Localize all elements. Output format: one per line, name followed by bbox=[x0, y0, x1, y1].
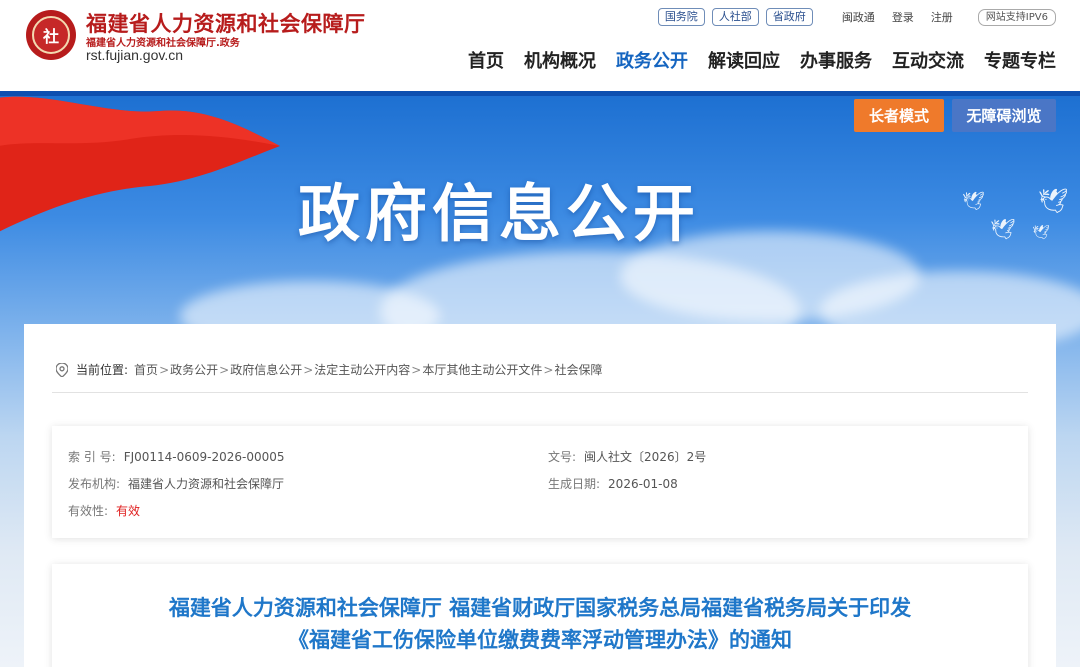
register-link[interactable]: 注册 bbox=[931, 9, 953, 25]
link-shengzhengfu[interactable]: 省政府 bbox=[765, 8, 813, 26]
breadcrumb-separator: > bbox=[543, 362, 554, 377]
nav-interaction[interactable]: 互动交流 bbox=[892, 47, 964, 73]
main-nav: 首页 机构概况 政务公开 解读回应 办事服务 互动交流 专题专栏 bbox=[468, 47, 1056, 73]
breadcrumb-gov-info[interactable]: 政府信息公开 bbox=[230, 361, 302, 378]
nav-gov-affairs[interactable]: 政务公开 bbox=[616, 47, 688, 73]
breadcrumb-label: 当前位置: bbox=[76, 363, 129, 377]
location-pin-icon bbox=[56, 362, 68, 377]
content-panel: 当前位置: 首页 > 政务公开 > 政府信息公开 > 法定主动公开内容 > 本厅… bbox=[24, 324, 1056, 667]
breadcrumb: 当前位置: 首页 > 政务公开 > 政府信息公开 > 法定主动公开内容 > 本厅… bbox=[56, 361, 602, 378]
meta-date-label: 生成日期: bbox=[548, 477, 601, 491]
meta-validity-value: 有效 bbox=[116, 504, 141, 518]
red-flag-icon bbox=[0, 96, 280, 232]
document-title-line1: 福建省人力资源和社会保障厅 福建省财政厅国家税务总局福建省税务局关于印发 bbox=[168, 596, 912, 620]
nav-services[interactable]: 办事服务 bbox=[800, 47, 872, 73]
link-minzhengtong[interactable]: 闽政通 bbox=[842, 9, 875, 25]
breadcrumb-separator: > bbox=[303, 362, 314, 377]
banner-title: 政府信息公开 bbox=[298, 177, 701, 250]
meta-index-label: 索 引 号: bbox=[68, 450, 116, 464]
meta-publisher: 发布机构: 福建省人力资源和社会保障厅 bbox=[68, 475, 284, 492]
breadcrumb-home[interactable]: 首页 bbox=[134, 361, 158, 378]
meta-doc-no: 文号: 闽人社文〔2026〕2号 bbox=[548, 448, 706, 465]
dove-icon: 🕊 bbox=[962, 191, 985, 212]
nav-about[interactable]: 机构概况 bbox=[524, 47, 596, 73]
ipv6-badge: 网站支持IPV6 bbox=[977, 8, 1056, 26]
site-url: rst.fujian.gov.cn bbox=[86, 47, 184, 63]
dove-icon: 🕊 bbox=[1032, 225, 1050, 241]
link-renshebu[interactable]: 人社部 bbox=[711, 8, 759, 26]
dove-icon: 🕊 bbox=[1038, 187, 1069, 215]
breadcrumb-gov-affairs[interactable]: 政务公开 bbox=[170, 361, 218, 378]
logo-emblem-icon: 社 bbox=[32, 16, 70, 54]
nav-topics[interactable]: 专题专栏 bbox=[984, 47, 1056, 73]
meta-publisher-label: 发布机构: bbox=[68, 477, 121, 491]
nav-interpretation[interactable]: 解读回应 bbox=[708, 47, 780, 73]
breadcrumb-separator: > bbox=[411, 362, 422, 377]
login-link[interactable]: 登录 bbox=[892, 9, 914, 25]
meta-validity: 有效性: 有效 bbox=[68, 502, 140, 519]
document-title-line2: 《福建省工伤保险单位缴费费率浮动管理办法》的通知 bbox=[288, 628, 792, 652]
meta-date-value: 2026-01-08 bbox=[608, 477, 678, 491]
breadcrumb-social-security[interactable]: 社会保障 bbox=[554, 361, 602, 378]
document-box: 福建省人力资源和社会保障厅 福建省财政厅国家税务总局福建省税务局关于印发 《福建… bbox=[52, 564, 1028, 667]
top-links: 国务院 人社部 省政府 闽政通 登录 注册 网站支持IPV6 bbox=[657, 8, 1056, 26]
divider bbox=[52, 392, 1028, 393]
nav-home[interactable]: 首页 bbox=[468, 47, 504, 73]
meta-date: 生成日期: 2026-01-08 bbox=[548, 475, 678, 492]
meta-publisher-value: 福建省人力资源和社会保障厅 bbox=[128, 477, 285, 491]
breadcrumb-separator: > bbox=[219, 362, 230, 377]
accessibility-button[interactable]: 无障碍浏览 bbox=[952, 99, 1056, 132]
document-title: 福建省人力资源和社会保障厅 福建省财政厅国家税务总局福建省税务局关于印发 《福建… bbox=[52, 592, 1028, 656]
meta-index-value: FJ00114-0609-2026-00005 bbox=[123, 450, 285, 464]
site-header: 社 福建省人力资源和社会保障厅 福建省人力资源和社会保障厅.政务 rst.fuj… bbox=[0, 0, 1080, 91]
meta-doc-no-value: 闽人社文〔2026〕2号 bbox=[584, 450, 707, 464]
dove-icon: 🕊 bbox=[990, 217, 1016, 241]
meta-validity-label: 有效性: bbox=[68, 504, 109, 518]
breadcrumb-statutory[interactable]: 法定主动公开内容 bbox=[314, 361, 410, 378]
site-logo[interactable]: 社 bbox=[26, 10, 76, 60]
meta-index: 索 引 号: FJ00114-0609-2026-00005 bbox=[68, 448, 285, 465]
elder-mode-button[interactable]: 长者模式 bbox=[854, 99, 944, 132]
metadata-box: 索 引 号: FJ00114-0609-2026-00005 文号: 闽人社文〔20… bbox=[52, 426, 1028, 538]
link-guowuyuan[interactable]: 国务院 bbox=[657, 8, 705, 26]
breadcrumb-separator: > bbox=[159, 362, 170, 377]
meta-doc-no-label: 文号: bbox=[548, 450, 577, 464]
breadcrumb-other-files[interactable]: 本厅其他主动公开文件 bbox=[422, 361, 542, 378]
